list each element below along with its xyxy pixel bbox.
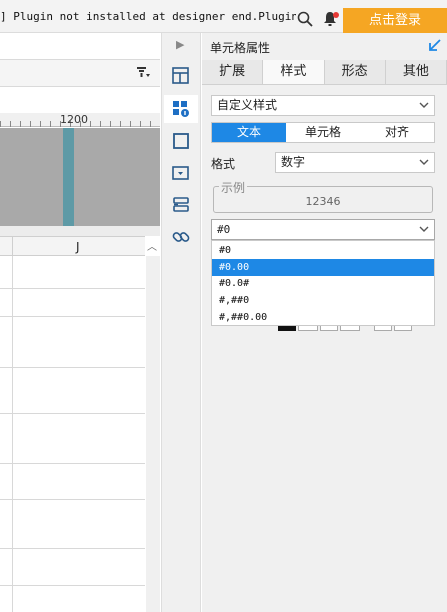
pattern-option[interactable]: #0.0# [212, 275, 434, 292]
cell-grid[interactable] [0, 256, 145, 612]
font-control[interactable] [320, 326, 338, 331]
segment-text[interactable]: 文本 [212, 123, 286, 142]
font-control[interactable] [374, 326, 392, 331]
format-label: 格式 [211, 157, 236, 171]
canvas-separator [0, 226, 160, 236]
color-swatch[interactable] [278, 326, 296, 331]
grid-row-line [0, 288, 145, 289]
chevron-down-icon [419, 226, 429, 232]
tab-expand[interactable]: 扩展 [202, 60, 264, 84]
style-segment-control: 文本 单元格 对齐 [211, 122, 435, 143]
login-button[interactable]: 点击登录 [343, 8, 447, 33]
pattern-option[interactable]: #,##0 [212, 292, 434, 309]
format-value: 数字 [281, 155, 306, 169]
collapse-arrow-icon[interactable] [428, 38, 442, 52]
cell-style-icon[interactable] [168, 96, 194, 122]
cell-expand-icon[interactable] [168, 63, 194, 89]
style-type-select[interactable]: 自定义样式 [211, 95, 435, 116]
pattern-dropdown-list: #0 #0.00 #0.0# #,##0 #,##0.00 [211, 240, 435, 326]
font-control[interactable] [340, 326, 360, 331]
hyperlink-icon[interactable] [168, 224, 194, 250]
font-control[interactable] [394, 326, 412, 331]
search-icon[interactable] [297, 11, 313, 27]
grid-row-line [0, 499, 145, 500]
plugin-notice-text: ] Plugin not installed at designer end.P… [0, 10, 296, 23]
example-value: 12346 [305, 195, 341, 208]
notification-badge [333, 12, 339, 18]
format-select[interactable]: 数字 [275, 152, 435, 173]
pattern-option-selected[interactable]: #0.00 [212, 259, 434, 276]
segment-align[interactable]: 对齐 [360, 123, 434, 142]
segment-cell[interactable]: 单元格 [286, 123, 360, 142]
grid-row-line [0, 463, 145, 464]
header-separator [12, 237, 13, 257]
grid-row-line [0, 585, 145, 586]
condition-icon[interactable] [168, 192, 194, 218]
example-legend: 示例 [219, 179, 248, 196]
grid-row-line [0, 413, 145, 414]
pattern-option[interactable]: #0 [212, 242, 434, 259]
font-control[interactable] [298, 326, 318, 331]
sheet-blank-area [0, 87, 160, 113]
filter-dropdown-icon[interactable] [137, 66, 150, 79]
scroll-up-arrow-icon[interactable]: ︿ [146, 238, 158, 253]
grid-column-line [12, 256, 13, 612]
panel-title: 单元格属性 [210, 41, 271, 55]
ruler-label: 1200 [60, 113, 88, 126]
column-header-j[interactable]: J [76, 240, 80, 254]
widget-icon[interactable] [168, 160, 194, 186]
chevron-down-icon [419, 102, 429, 108]
column-header-row: J [0, 236, 145, 257]
vertical-scrollbar[interactable] [146, 256, 160, 612]
tab-other[interactable]: 其他 [385, 60, 447, 84]
obscured-controls [278, 326, 418, 332]
cell-border-icon[interactable] [168, 128, 194, 154]
grid-row-line [0, 548, 145, 549]
sheet-toolbar [0, 59, 160, 87]
grid-row-line [0, 316, 145, 317]
grid-row-line [0, 367, 145, 368]
horizontal-ruler: 1200 [0, 113, 160, 127]
chevron-down-icon [419, 159, 429, 165]
tab-shape[interactable]: 形态 [324, 60, 386, 84]
tab-style[interactable]: 样式 [263, 60, 325, 84]
style-type-value: 自定义样式 [217, 98, 278, 112]
top-bar: ] Plugin not installed at designer end.P… [0, 0, 447, 33]
expand-arrow-icon[interactable]: ▶ [176, 38, 184, 51]
property-tabs: 扩展 样式 形态 其他 [202, 60, 447, 85]
number-pattern-combobox[interactable]: #0 [211, 219, 435, 240]
pattern-value: #0 [217, 223, 231, 236]
design-canvas[interactable] [0, 128, 160, 226]
column-position-marker[interactable] [63, 128, 74, 226]
pattern-option[interactable]: #,##0.00 [212, 309, 434, 326]
